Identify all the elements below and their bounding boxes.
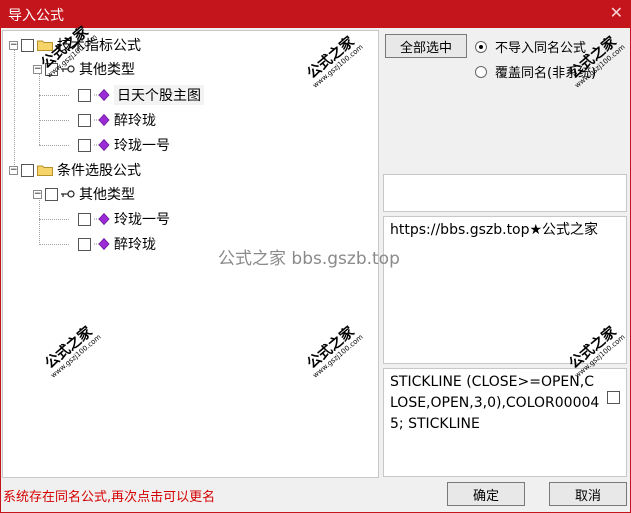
node-label: 日天个股主图 [114,85,204,105]
title-bar: 导入公式 ✕ [0,0,631,28]
empty-field[interactable] [383,174,627,212]
tree-node-formula[interactable]: 玲珑一号 [78,209,170,229]
tree-line [39,219,69,220]
node-label: 其他类型 [79,62,135,78]
node-label: 玲珑一号 [114,212,170,228]
radio-no-import[interactable]: 不导入同名公式 [475,37,586,56]
formula-icon [94,114,110,126]
tree-line [14,49,15,173]
expander-icon[interactable]: − [33,189,42,199]
tree-node-formula[interactable]: 醉玲珑 [78,234,156,254]
center-watermark: 公式之家 bbs.gszb.top [218,249,400,269]
radio-button[interactable] [475,40,487,53]
expander-icon[interactable]: − [9,40,18,50]
select-all-button[interactable]: 全部选中 [385,34,467,58]
node-label: 醉玲珑 [114,237,156,253]
status-message: 系统存在同名公式,再次点击可以更名 [3,490,216,505]
node-checkbox[interactable] [21,38,34,52]
formula-icon [94,213,110,225]
node-checkbox[interactable] [78,212,91,226]
code-panel: STICKLINE (CLOSE>=OPEN,CLOSE,OPEN,3,0),C… [383,368,627,477]
node-label: 条件选股公式 [57,163,141,179]
code-checkbox[interactable] [607,391,620,404]
node-label: 其他类型 [79,187,135,203]
tree-line [39,120,69,121]
code-text: STICKLINE (CLOSE>=OPEN,CLOSE,OPEN,3,0),C… [390,374,600,432]
key-icon [61,190,75,198]
window-title: 导入公式 [8,8,64,24]
ok-button[interactable]: 确定 [447,482,525,506]
node-checkbox[interactable] [78,88,91,102]
close-icon[interactable]: ✕ [610,3,623,22]
radio-button[interactable] [475,65,487,78]
node-checkbox[interactable] [78,113,91,127]
node-checkbox[interactable] [78,237,91,251]
node-label: 玲珑一号 [114,138,170,154]
tree-node-formula[interactable]: 玲珑一号 [78,135,170,155]
folder-icon [37,165,53,176]
tree-node-formula[interactable]: 日天个股主图 [78,85,204,105]
expander-icon[interactable]: − [9,165,18,175]
tree-node-other-types[interactable]: − 其他类型 [33,184,135,204]
formula-icon [94,139,110,151]
tree-line [39,197,40,245]
tree-line [39,145,69,146]
formula-icon [94,238,110,250]
tree-line [39,95,69,96]
tree-node-stock-screening[interactable]: − 条件选股公式 [9,160,141,180]
tree-node-formula[interactable]: 醉玲珑 [78,110,156,130]
node-checkbox[interactable] [21,163,34,177]
tree-line [39,244,69,245]
node-checkbox[interactable] [78,138,91,152]
cancel-button[interactable]: 取消 [549,482,627,506]
info-text: https://bbs.gszb.top★公式之家 [390,222,599,238]
radio-label: 不导入同名公式 [495,41,587,56]
formula-icon [94,89,110,101]
node-checkbox[interactable] [45,187,58,201]
node-label: 醉玲珑 [114,113,156,129]
tree-line [39,73,40,145]
